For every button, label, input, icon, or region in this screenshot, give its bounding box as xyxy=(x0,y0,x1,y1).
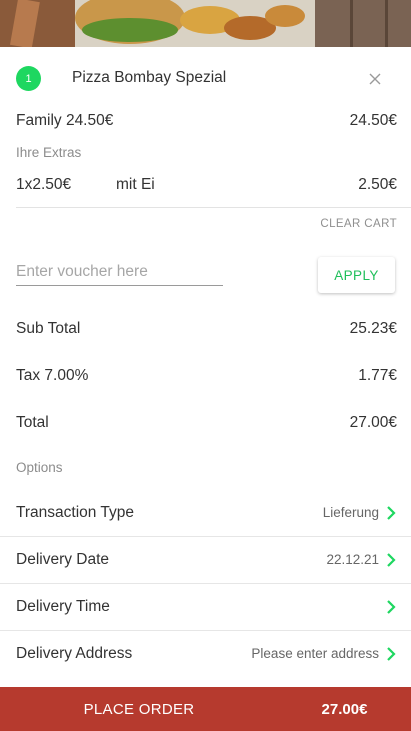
quantity-badge: 1 xyxy=(16,66,41,91)
total-row: Total 27.00€ xyxy=(16,414,397,432)
size-price: 24.50€ xyxy=(349,112,397,129)
extra-qty-price: 1x2.50€ xyxy=(16,176,72,193)
options-heading: Options xyxy=(16,460,63,475)
tax-label: Tax 7.00% xyxy=(16,367,89,384)
extra-row: 1x2.50€ mit Ei 2.50€ xyxy=(16,176,397,194)
option-value: 22.12.21 xyxy=(326,552,379,567)
chevron-right-icon xyxy=(387,552,396,567)
option-label: Delivery Time xyxy=(16,597,110,615)
option-delivery-date[interactable]: Delivery Date 22.12.21 xyxy=(0,536,411,583)
remove-item-button[interactable] xyxy=(364,68,386,90)
extra-price: 2.50€ xyxy=(358,176,397,193)
clear-cart-button[interactable]: CLEAR CART xyxy=(320,218,397,230)
option-delivery-address[interactable]: Delivery Address Please enter address xyxy=(0,630,411,677)
chevron-right-icon xyxy=(387,599,396,614)
cart-item-name: Pizza Bombay Spezial xyxy=(72,69,227,86)
subtotal-value: 25.23€ xyxy=(349,320,397,337)
total-label: Total xyxy=(16,414,49,431)
order-total: 27.00€ xyxy=(321,700,368,718)
voucher-input[interactable] xyxy=(16,259,223,285)
apply-voucher-button[interactable]: APPLY xyxy=(318,257,395,293)
option-transaction-type[interactable]: Transaction Type Lieferung xyxy=(0,489,411,536)
options-heading-row: Options xyxy=(16,460,397,475)
option-label: Transaction Type xyxy=(16,503,135,521)
option-value: Please enter address xyxy=(251,646,379,661)
voucher-field[interactable] xyxy=(16,259,223,286)
extra-name: mit Ei xyxy=(116,176,155,193)
subtotal-row: Sub Total 25.23€ xyxy=(16,320,397,338)
option-label: Delivery Address xyxy=(16,644,133,662)
chevron-right-icon xyxy=(387,646,396,661)
size-row: Family 24.50€ 24.50€ xyxy=(16,112,397,130)
place-order-label: PLACE ORDER xyxy=(83,700,195,718)
extras-heading-row: Ihre Extras xyxy=(16,145,397,160)
total-value: 27.00€ xyxy=(349,414,397,431)
place-order-button[interactable]: PLACE ORDER 27.00€ xyxy=(0,687,411,731)
chevron-right-icon xyxy=(387,505,396,520)
option-delivery-time[interactable]: Delivery Time xyxy=(0,583,411,630)
option-value: Lieferung xyxy=(322,505,379,520)
extras-heading: Ihre Extras xyxy=(16,145,82,160)
option-label: Delivery Date xyxy=(16,550,110,568)
food-image xyxy=(0,0,411,47)
tax-value: 1.77€ xyxy=(358,367,397,384)
close-icon xyxy=(369,73,381,85)
size-label: Family 24.50€ xyxy=(16,112,114,129)
subtotal-label: Sub Total xyxy=(16,320,81,337)
tax-row: Tax 7.00% 1.77€ xyxy=(16,367,397,385)
divider xyxy=(16,207,411,208)
